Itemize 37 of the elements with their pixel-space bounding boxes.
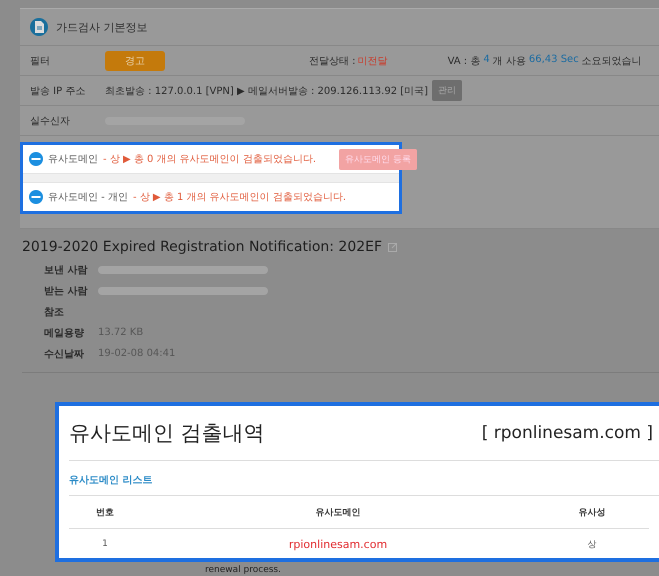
ip-text: 최초발송 : 127.0.0.1 [VPN] ▶ 메일서버발송 : 209.126.113.92 [미국] bbox=[105, 84, 428, 98]
alert-message: - 상 ▶ 총 1 개의 유사도메인이 검출되었습니다. bbox=[132, 191, 346, 204]
list-title: 유사도메인 리스트 bbox=[69, 461, 659, 496]
alert-message: - 상 ▶ 총 0 개의 유사도메인이 검출되었습니다. bbox=[103, 153, 316, 166]
warning-badge: 경고 bbox=[105, 50, 165, 70]
status-label: 전달상태 : bbox=[309, 54, 356, 68]
field-label: 참조 bbox=[44, 306, 65, 318]
mail-subject: 2019-2020 Expired Registration Notification: 202EF bbox=[22, 239, 382, 255]
register-button[interactable]: 유사도메인 등록 bbox=[339, 148, 417, 170]
va-text: VA : 총 bbox=[448, 54, 480, 68]
column-header: 유사성 bbox=[535, 496, 649, 528]
panel-title: 가드검사 기본정보 bbox=[56, 20, 148, 34]
va-value: 66,43 Sec bbox=[528, 54, 579, 66]
field-label: 실수신자 bbox=[30, 114, 71, 128]
alert-name: 유사도메인 - 개인 bbox=[48, 191, 128, 204]
popup-title: 유사도메인 검출내역 bbox=[69, 420, 265, 447]
table-cell: rpionlinesam.com bbox=[141, 528, 536, 559]
field-label: 발송 IP 주소 bbox=[30, 84, 86, 98]
field-label: 보낸 사람 bbox=[44, 264, 88, 276]
field-label: 받는 사람 bbox=[44, 284, 88, 298]
va-text: 소요되었습니 bbox=[582, 54, 642, 68]
column-header: 번호 bbox=[69, 496, 141, 528]
manage-button[interactable]: 관리 bbox=[432, 80, 462, 101]
alert-name: 유사도메인 bbox=[48, 153, 98, 166]
field-label: 수신날짜 bbox=[44, 348, 85, 360]
column-header: 유사도메인 bbox=[141, 496, 536, 528]
va-text: 개 사용 bbox=[492, 54, 526, 68]
domain-label: [ rponlinesam.com ] bbox=[482, 423, 654, 443]
field-label: 메일용량 bbox=[44, 326, 85, 340]
body-text: renewal process. bbox=[205, 565, 282, 576]
table-cell: 상 bbox=[535, 528, 649, 559]
table-cell: 1 bbox=[69, 528, 141, 559]
external-link-icon[interactable] bbox=[388, 242, 398, 252]
status-value: 미전달 bbox=[358, 54, 388, 68]
va-value: 4 bbox=[483, 54, 490, 66]
document-icon bbox=[30, 18, 48, 36]
field-label: 필터 bbox=[30, 54, 51, 68]
